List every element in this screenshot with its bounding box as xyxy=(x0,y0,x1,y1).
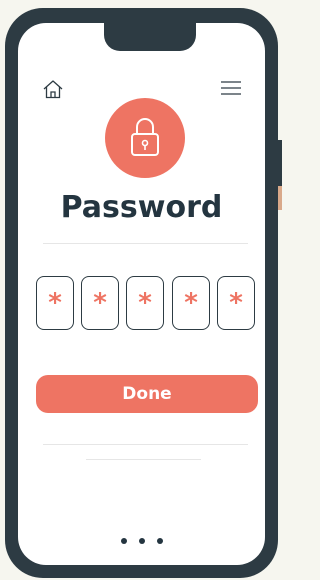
pin-digit-5[interactable]: * xyxy=(217,276,255,330)
page-dot xyxy=(156,538,163,544)
lock-badge xyxy=(105,98,185,178)
lock-icon xyxy=(131,118,159,156)
bottom-divider-2 xyxy=(86,459,201,460)
home-icon[interactable] xyxy=(42,78,64,100)
phone-screen: Password * * * * * Done xyxy=(18,23,265,565)
page-dot xyxy=(138,538,145,544)
pin-digit-1[interactable]: * xyxy=(36,276,74,330)
bottom-divider-1 xyxy=(43,444,248,445)
pin-digit-4[interactable]: * xyxy=(172,276,210,330)
pin-digit-2[interactable]: * xyxy=(81,276,119,330)
title-divider xyxy=(43,243,248,244)
pin-digit-3[interactable]: * xyxy=(126,276,164,330)
page-title: Password xyxy=(60,190,223,225)
done-button[interactable]: Done xyxy=(36,375,258,413)
menu-icon[interactable] xyxy=(220,80,242,96)
pin-input-row[interactable]: * * * * * xyxy=(36,276,256,332)
pagination-dots xyxy=(18,529,265,548)
phone-frame: Password * * * * * Done xyxy=(5,8,278,578)
phone-notch xyxy=(104,23,196,51)
page-dot xyxy=(120,538,127,544)
